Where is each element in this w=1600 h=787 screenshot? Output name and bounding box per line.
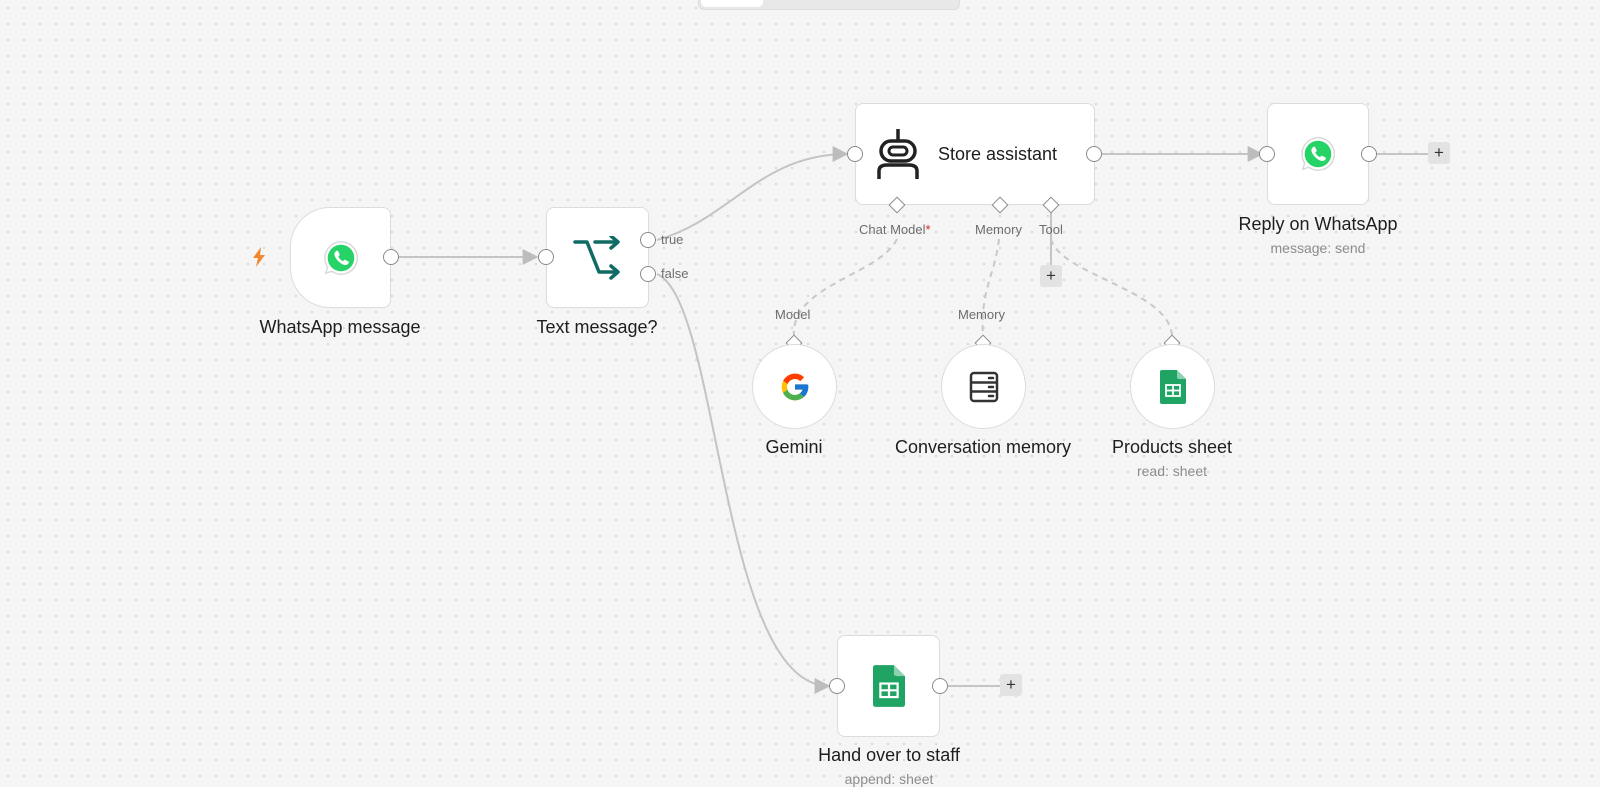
add-after-handover-button[interactable]: +: [1000, 674, 1022, 696]
whatsapp-trigger-node[interactable]: [290, 207, 391, 308]
gemini-node[interactable]: [752, 344, 837, 429]
chat-model-port-label: Chat Model*: [859, 222, 931, 237]
lightning-bolt-icon: [253, 247, 265, 267]
robot-icon: [877, 129, 919, 179]
if-false-label: false: [661, 266, 689, 281]
reply-node-subtitle: message: send: [1270, 240, 1366, 256]
if-false-output-handle[interactable]: [640, 266, 656, 282]
add-tool-button[interactable]: +: [1040, 265, 1062, 287]
handover-input-handle[interactable]: [829, 678, 845, 694]
conversation-memory-node[interactable]: [941, 344, 1026, 429]
gemini-node-label: Gemini: [765, 437, 823, 457]
reply-whatsapp-node[interactable]: [1267, 103, 1369, 205]
reply-output-handle[interactable]: [1361, 146, 1377, 162]
memory-port-label: Memory: [975, 222, 1022, 237]
if-true-output-handle[interactable]: [640, 232, 656, 248]
memory-node-port-label: Memory: [958, 307, 1005, 322]
products-node-label: Products sheet: [1111, 437, 1233, 457]
whatsapp-icon: [1301, 137, 1335, 171]
add-after-reply-button[interactable]: +: [1428, 142, 1450, 164]
if-true-label: true: [661, 232, 684, 247]
whatsapp-icon: [323, 240, 358, 275]
tool-port-label: Tool: [1039, 222, 1063, 237]
agent-input-handle[interactable]: [847, 146, 863, 162]
agent-output-handle[interactable]: [1086, 146, 1102, 162]
handover-node[interactable]: [837, 635, 940, 737]
gemini-port-label: Model: [775, 307, 811, 322]
ai-agent-node[interactable]: Store assistant: [855, 103, 1095, 205]
google-sheets-icon: [872, 665, 905, 707]
products-node-subtitle: read: sheet: [1136, 463, 1208, 479]
agent-title: Store assistant: [938, 144, 1058, 164]
if-input-handle[interactable]: [538, 249, 554, 265]
google-icon: [781, 373, 808, 400]
handover-node-label: Hand over to staff: [818, 745, 960, 765]
edge-true-to-agent: [656, 146, 849, 241]
required-marker: *: [925, 222, 931, 237]
products-sheet-node[interactable]: [1130, 344, 1215, 429]
reply-input-handle[interactable]: [1259, 146, 1275, 162]
handover-output-handle[interactable]: [932, 678, 948, 694]
trigger-output-handle[interactable]: [383, 249, 399, 265]
database-icon: [969, 371, 998, 402]
memory-node-label: Conversation memory: [894, 437, 1072, 457]
edge-tool-to-products: [1050, 238, 1173, 337]
google-sheets-icon: [1159, 369, 1186, 404]
if-node-label: Text message?: [536, 317, 658, 337]
branch-arrows-icon: [572, 235, 620, 280]
reply-node-label: Reply on WhatsApp: [1238, 214, 1398, 234]
whatsapp-trigger-label: WhatsApp message: [259, 317, 421, 337]
if-node[interactable]: [546, 207, 649, 308]
